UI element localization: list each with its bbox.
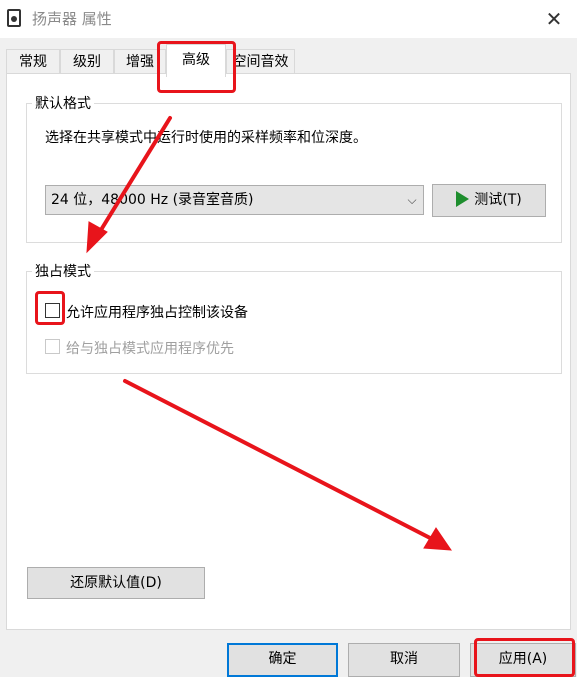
arrow-to-checkbox [94,116,172,240]
annotation-arrows [86,116,452,551]
arrow-to-apply [123,379,436,542]
